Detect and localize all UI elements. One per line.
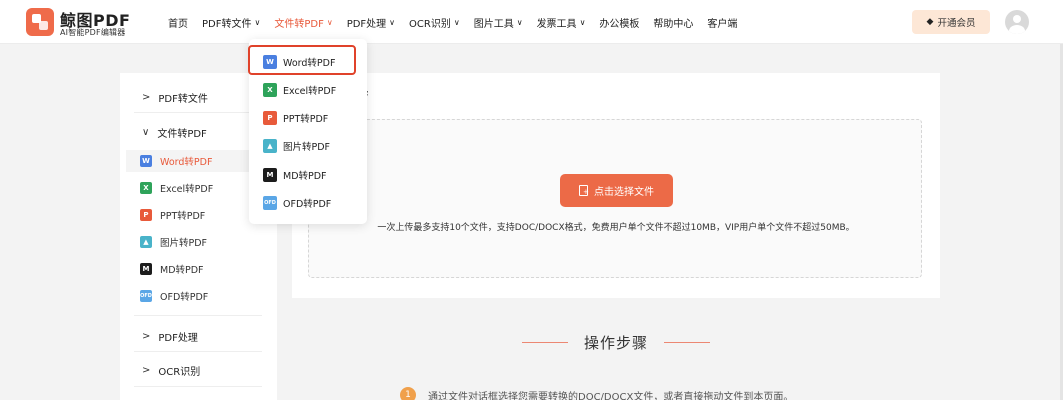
dropdown-item-ofd-to-pdf[interactable]: OFD OFD转PDF	[263, 194, 331, 212]
divider	[521, 341, 568, 343]
nav-pdf-process[interactable]: PDF处理 ∨	[347, 15, 395, 30]
nav-ocr[interactable]: OCR识别 ∨	[409, 15, 460, 30]
dropdown-item-label: Excel转PDF	[283, 86, 337, 97]
steps-title: 操作步骤	[583, 333, 648, 352]
nav-home[interactable]: 首页	[168, 15, 188, 30]
ofd-icon: OFD	[263, 196, 277, 210]
excel-icon: X	[263, 83, 277, 97]
top-header: 鲸图PDF AI智能PDF编辑器 首页 PDF转文件 ∨ 文件转PDF ∨ PDF处…	[0, 0, 1063, 44]
chevron-down-icon: ∨	[326, 17, 333, 27]
nav-office-templates[interactable]: 办公模板	[599, 15, 639, 30]
dropdown-item-label: OFD转PDF	[283, 199, 332, 210]
vip-button[interactable]: ◆ 开通会员	[912, 10, 990, 34]
dropdown-item-md-to-pdf[interactable]: M MD转PDF	[263, 166, 327, 184]
nav-client[interactable]: 客户端	[707, 15, 737, 30]
dropdown-item-label: MD转PDF	[283, 171, 327, 182]
image-icon: ▲	[263, 139, 277, 153]
chevron-down-icon: ∨	[254, 17, 261, 27]
chevron-down-icon: ∨	[453, 17, 460, 27]
sidebar-group-file-to-pdf[interactable]: ∨ 文件转PDF	[142, 125, 207, 140]
dropdown-item-label: 图片转PDF	[283, 142, 331, 153]
nav-invoice-tools[interactable]: 发票工具 ∨	[537, 15, 586, 30]
sidebar-item-label: PPT转PDF	[160, 211, 206, 222]
file-dropzone[interactable]: 点击选择文件 一次上传最多支持10个文件，支持DOC/DOCX格式，免费用户单个…	[308, 119, 922, 278]
add-file-icon	[579, 185, 589, 196]
md-icon: M	[263, 168, 277, 182]
sidebar-item-label: Word转PDF	[160, 157, 213, 168]
md-icon: M	[140, 263, 152, 275]
chevron-right-icon: >	[142, 92, 151, 103]
step-item: 1 通过文件对话框选择您需要转换的DOC/DOCX文件，或者直接拖动文件到本页面…	[400, 386, 793, 400]
dropdown-item-excel-to-pdf[interactable]: X Excel转PDF	[263, 81, 336, 99]
dropdown-item-image-to-pdf[interactable]: ▲ 图片转PDF	[263, 137, 330, 155]
divider	[134, 112, 262, 113]
brand-logo-icon[interactable]	[26, 8, 54, 36]
chevron-right-icon: >	[142, 365, 151, 376]
sidebar-item-label: OFD转PDF	[160, 292, 209, 303]
steps-heading: 操作步骤	[520, 330, 712, 354]
sidebar-group-pdf-to-file[interactable]: > PDF转文件	[142, 90, 208, 105]
sidebar-group-label: PDF转文件	[158, 94, 208, 105]
divider	[134, 351, 262, 352]
ppt-icon: P	[263, 111, 277, 125]
chevron-right-icon: >	[142, 331, 151, 342]
sidebar-item-label: MD转PDF	[160, 265, 204, 276]
sidebar-group-label: OCR识别	[158, 367, 201, 378]
chevron-down-icon: ∨	[579, 17, 586, 27]
sidebar-item-image-to-pdf[interactable]: ▲ 图片转PDF	[126, 231, 277, 253]
sidebar-item-label: Excel转PDF	[160, 184, 214, 195]
image-icon: ▲	[140, 236, 152, 248]
divider	[134, 315, 262, 316]
main-nav: 首页 PDF转文件 ∨ 文件转PDF ∨ PDF处理 ∨ OCR识别 ∨ 图片工具 ∨ 发…	[168, 0, 751, 44]
divider	[134, 386, 262, 387]
converter-panel: DF 点击选择文件 一次上传最多支持10个文件，支持DOC/DOCX格式，免费用…	[292, 73, 940, 298]
sidebar-group-ocr[interactable]: > OCR识别	[142, 363, 200, 378]
select-file-button[interactable]: 点击选择文件	[560, 174, 673, 207]
nav-help-center[interactable]: 帮助中心	[653, 15, 693, 30]
divider	[664, 341, 710, 343]
vip-button-label: 开通会员	[937, 18, 976, 29]
step-text: 通过文件对话框选择您需要转换的DOC/DOCX文件，或者直接拖动文件到本页面。	[428, 391, 794, 400]
upload-hint: 一次上传最多支持10个文件，支持DOC/DOCX格式，免费用户单个文件不超过10…	[377, 223, 855, 233]
nav-file-to-pdf[interactable]: 文件转PDF ∨	[274, 15, 332, 30]
dropdown-item-label: PPT转PDF	[283, 114, 329, 125]
chevron-down-icon: ∨	[516, 17, 523, 27]
highlight-box	[248, 45, 356, 75]
nav-image-tools[interactable]: 图片工具 ∨	[474, 15, 523, 30]
ppt-icon: P	[140, 209, 152, 221]
word-icon: W	[140, 155, 152, 167]
brand-tagline: AI智能PDF编辑器	[60, 28, 126, 37]
avatar[interactable]	[1005, 10, 1029, 34]
chevron-down-icon: ∨	[389, 17, 396, 27]
excel-icon: X	[140, 182, 152, 194]
nav-pdf-to-file[interactable]: PDF转文件 ∨	[202, 15, 260, 30]
diamond-icon: ◆	[926, 17, 934, 27]
sidebar-group-pdf-process[interactable]: > PDF处理	[142, 329, 198, 344]
sidebar-group-label: 文件转PDF	[157, 129, 207, 140]
sidebar-item-label: 图片转PDF	[160, 238, 208, 249]
select-file-label: 点击选择文件	[594, 187, 654, 198]
sidebar-group-label: PDF处理	[158, 333, 198, 344]
sidebar-item-md-to-pdf[interactable]: M MD转PDF	[126, 258, 277, 280]
step-number: 1	[400, 387, 416, 400]
sidebar-item-ofd-to-pdf[interactable]: OFD OFD转PDF	[126, 285, 277, 307]
chevron-down-icon: ∨	[142, 127, 150, 138]
dropdown-item-ppt-to-pdf[interactable]: P PPT转PDF	[263, 109, 328, 127]
ofd-icon: OFD	[140, 290, 152, 302]
